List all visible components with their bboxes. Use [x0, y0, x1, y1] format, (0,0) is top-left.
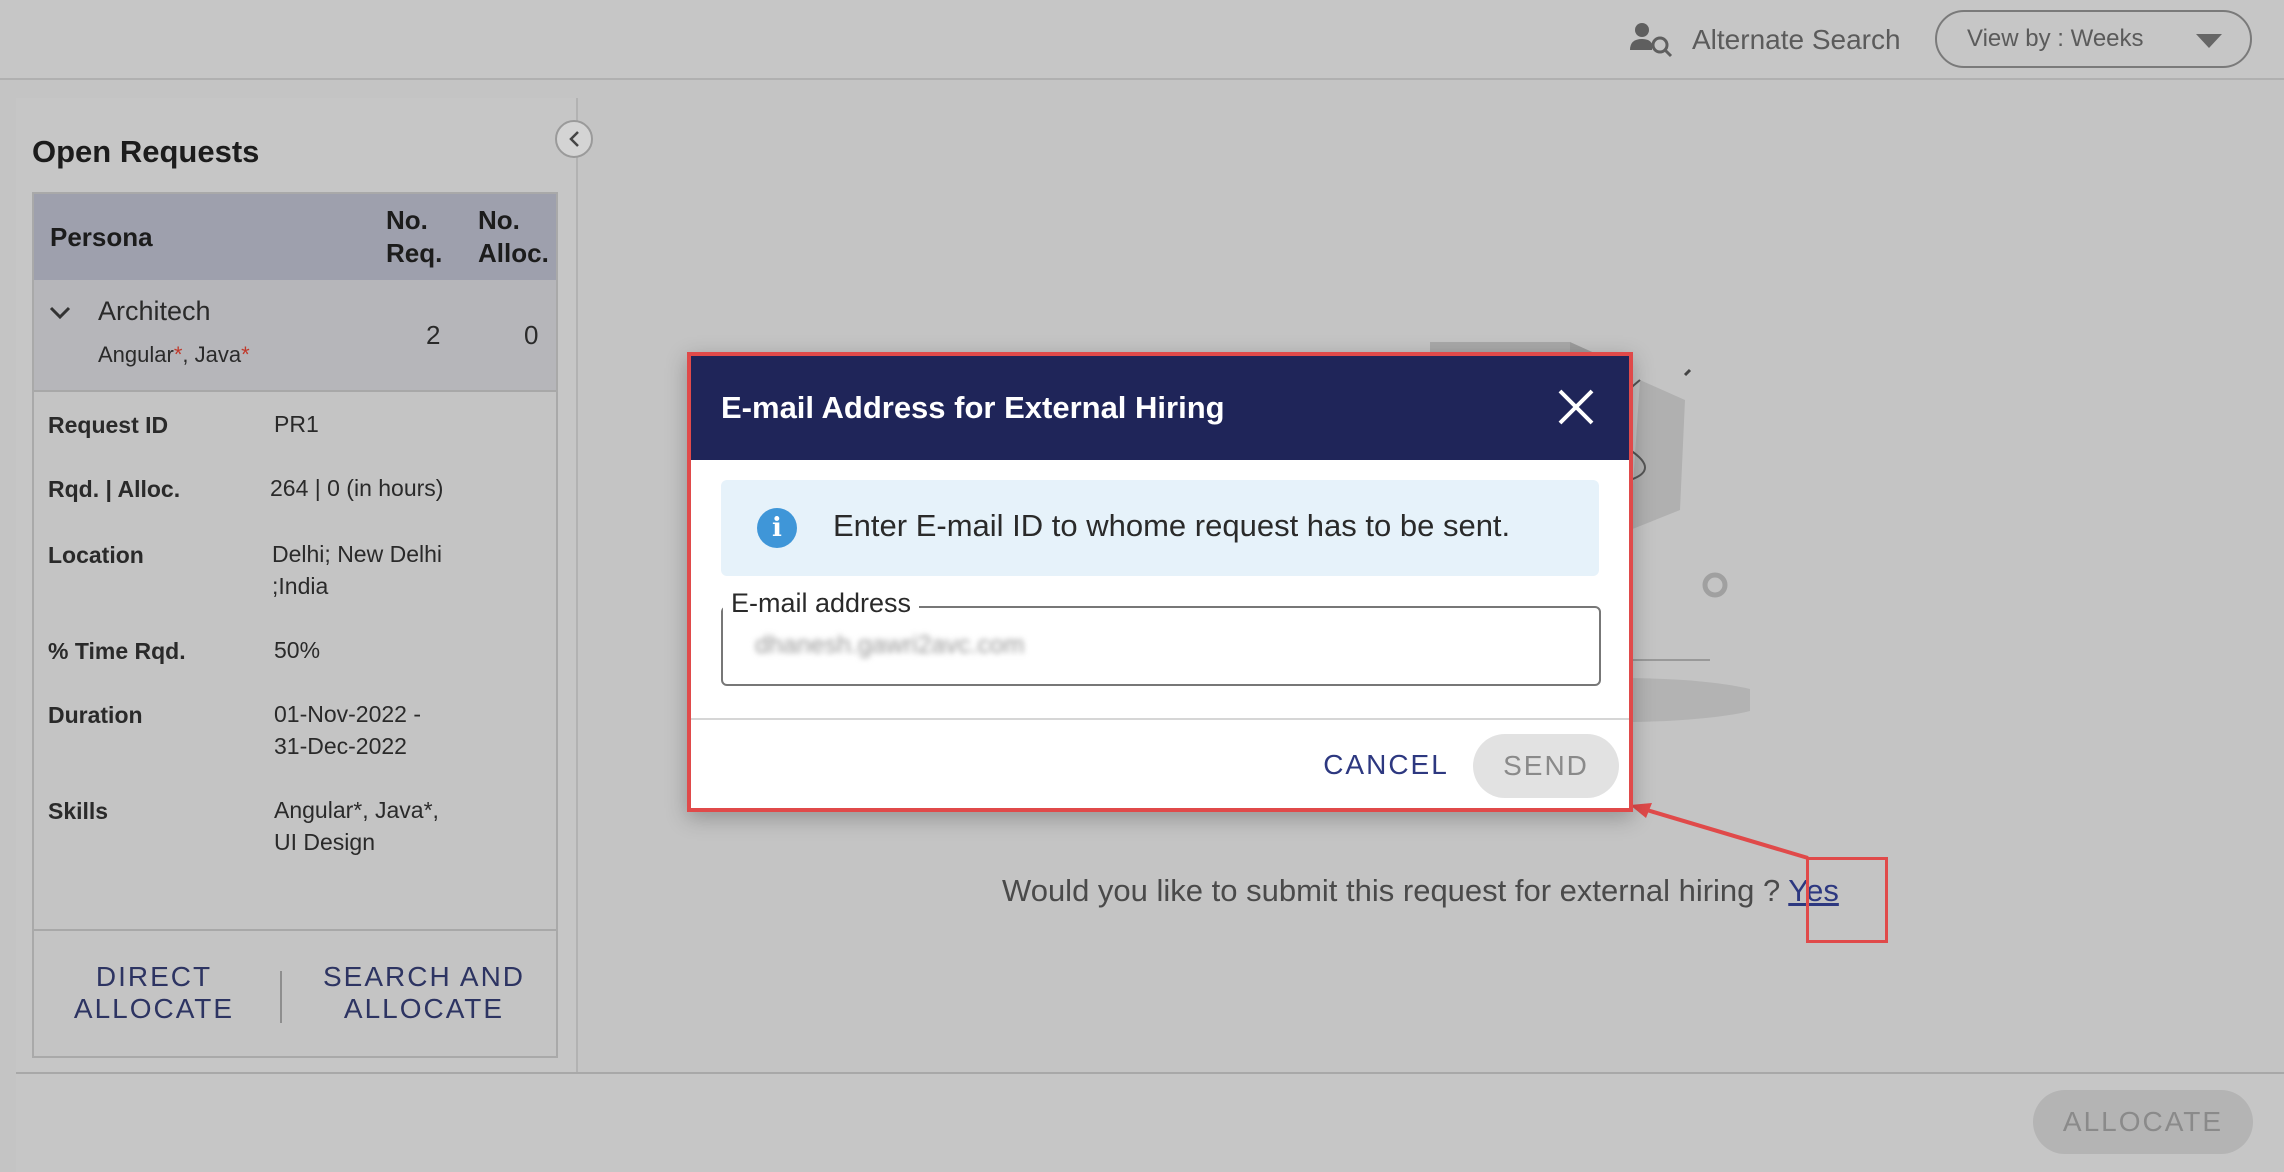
detail-value-line: 01-Nov-2022 - — [274, 701, 422, 727]
detail-label: % Time Rqd. — [48, 638, 186, 664]
divider — [280, 971, 282, 1023]
send-button[interactable]: SEND — [1473, 734, 1619, 798]
column-header-no-alloc: No. Alloc. — [478, 204, 549, 270]
column-header-persona: Persona — [50, 222, 153, 252]
detail-label: Duration — [48, 702, 143, 728]
divider — [691, 718, 1629, 720]
column-header-line: No. — [478, 205, 520, 235]
required-marker: * — [241, 342, 250, 367]
detail-label: Skills — [48, 798, 109, 824]
detail-value: 01-Nov-2022 - 31-Dec-2022 — [274, 698, 421, 762]
column-header-no-req: No. Req. — [386, 204, 442, 270]
persona-no-req: 2 — [426, 320, 441, 350]
email-input[interactable] — [753, 630, 1557, 661]
external-hiring-prompt: Would you like to submit this request fo… — [1002, 873, 1839, 909]
view-by-label: View by : Weeks — [1967, 25, 2144, 52]
collapse-panel-button[interactable] — [555, 120, 593, 158]
view-by-select[interactable]: View by : Weeks — [1935, 10, 2252, 68]
caret-down-icon — [2196, 34, 2222, 48]
cancel-button[interactable]: CANCEL — [1311, 734, 1461, 796]
close-icon[interactable] — [1551, 382, 1601, 432]
required-marker: * — [173, 342, 183, 367]
direct-allocate-button[interactable]: DIRECT ALLOCATE — [54, 961, 254, 1025]
alternate-search-label: Alternate Search — [1692, 24, 1901, 55]
column-header-line: Alloc. — [478, 238, 549, 268]
info-text: Enter E-mail ID to whome request has to … — [833, 508, 1511, 543]
detail-label: Request ID — [48, 412, 169, 438]
detail-value-line: Delhi; New Delhi — [272, 541, 443, 567]
chevron-down-icon[interactable] — [48, 300, 72, 328]
button-label-line: SEARCH AND — [322, 961, 526, 992]
button-label-line: ALLOCATE — [343, 993, 505, 1024]
allocate-button[interactable]: ALLOCATE — [2033, 1090, 2253, 1154]
button-label-line: ALLOCATE — [73, 993, 235, 1024]
info-icon: i — [757, 508, 797, 548]
column-header-line: Req. — [386, 238, 443, 268]
skill-name: Java — [194, 342, 242, 367]
button-label-line: DIRECT — [95, 961, 213, 992]
yes-highlight-box — [1806, 857, 1888, 943]
persona-no-alloc: 0 — [524, 320, 539, 350]
panel-title: Open Requests — [32, 134, 260, 169]
detail-label: Location — [48, 542, 144, 568]
persona-name: Architech — [98, 296, 211, 326]
persona-group-row[interactable]: Architech Angular*, Java* 2 0 — [34, 280, 556, 392]
dialog-title: E-mail Address for External Hiring — [721, 390, 1225, 425]
top-bar: Alternate Search View by : Weeks — [0, 0, 2284, 80]
detail-label: Rqd. | Alloc. — [48, 476, 181, 502]
info-alert: i Enter E-mail ID to whome request has t… — [721, 480, 1599, 576]
detail-value-line: ;India — [272, 573, 329, 599]
detail-value: PR1 — [274, 411, 319, 437]
chevron-left-icon — [569, 131, 579, 147]
alternate-search-button[interactable]: Alternate Search — [1628, 18, 1901, 62]
table-header: Persona No. Req. No. Alloc. — [34, 194, 556, 280]
detail-value-line: UI Design — [274, 829, 375, 855]
open-requests-panel: Open Requests Persona No. Req. No. Alloc… — [16, 98, 579, 1072]
detail-value: 50% — [274, 637, 321, 663]
external-hiring-question: Would you like to submit this request fo… — [1002, 873, 1781, 908]
request-actions: DIRECT ALLOCATE SEARCH AND ALLOCATE — [34, 929, 556, 1059]
user-search-icon — [1630, 23, 1673, 58]
email-field-label: E-mail address — [723, 588, 920, 619]
detail-value-line: 31-Dec-2022 — [274, 733, 407, 759]
requests-table: Persona No. Req. No. Alloc. Architech An… — [32, 192, 558, 1058]
detail-value: 264 | 0 (in hours) — [270, 475, 444, 501]
footer-bar — [16, 1072, 2284, 1172]
detail-value-line: Angular*, Java*, — [274, 797, 439, 823]
skill-name: Angular — [98, 342, 174, 367]
dialog-header: E-mail Address for External Hiring — [691, 356, 1629, 460]
detail-value: Angular*, Java*, UI Design — [274, 794, 439, 858]
detail-value: Delhi; New Delhi ;India — [272, 538, 442, 602]
persona-skills: Angular*, Java* — [98, 342, 250, 367]
column-header-line: No. — [386, 205, 428, 235]
external-hiring-email-dialog: E-mail Address for External Hiring i Ent… — [687, 352, 1633, 812]
search-and-allocate-button[interactable]: SEARCH AND ALLOCATE — [304, 961, 544, 1025]
